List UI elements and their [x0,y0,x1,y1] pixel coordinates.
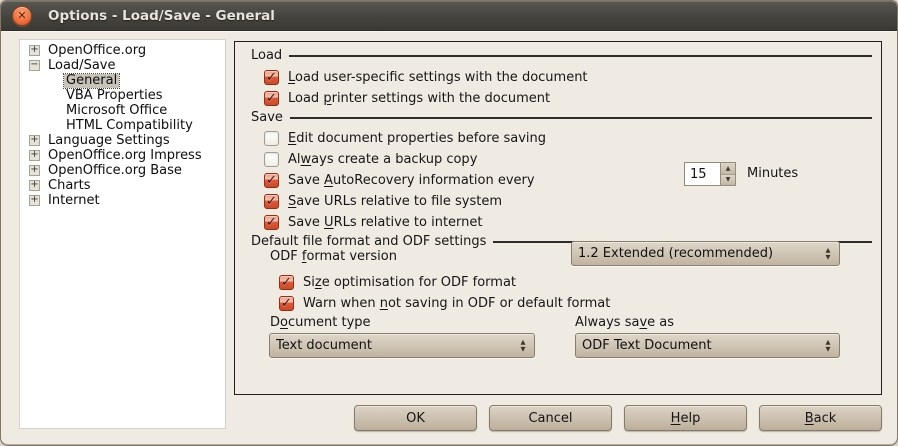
collapse-icon[interactable]: − [29,60,40,71]
group-title-odf-settings: Default file format and ODF settings [251,234,486,249]
label-edit-document-properties[interactable]: Edit document properties before saving [288,131,546,146]
options-dialog: ✕ Options - Load/Save - General + OpenOf… [0,0,898,446]
expand-icon[interactable]: + [29,45,40,56]
group-load: Load [251,46,872,64]
label-size-optimisation[interactable]: Size optimisation for ODF format [303,275,516,290]
window-title: Options - Load/Save - General [48,8,275,24]
sidebar-item-language-settings[interactable]: + Language Settings [20,133,225,148]
help-button[interactable]: Help [624,405,747,431]
checkbox-autorecovery[interactable] [264,173,279,188]
sidebar-item-html-compatibility[interactable]: HTML Compatibility [20,118,225,133]
sidebar-item-microsoft-office[interactable]: Microsoft Office [20,103,225,118]
sidebar-item-label[interactable]: HTML Compatibility [64,119,195,133]
sidebar-item-general[interactable]: General [20,73,225,88]
expand-icon[interactable]: + [29,180,40,191]
dropdown-arrows-icon: ▲▼ [817,247,839,260]
sidebar-item-label[interactable]: Language Settings [46,134,172,148]
ok-button[interactable]: OK [354,405,477,431]
separator-line [290,117,872,119]
document-type-value: Text document [270,338,512,353]
label-minutes: Minutes [747,166,798,181]
odf-format-version-dropdown[interactable]: 1.2 Extended (recommended) ▲▼ [571,241,840,266]
options-category-tree: + OpenOffice.org − Load/Save General VBA… [19,39,226,429]
group-save: Save [251,108,872,126]
dialog-button-row: OK Cancel Help Back [354,405,882,431]
label-warn-not-odf[interactable]: Warn when not saving in ODF or default f… [303,296,610,311]
spin-down-icon[interactable]: ▼ [721,175,735,186]
sidebar-item-openoffice[interactable]: + OpenOffice.org [20,43,225,58]
close-button[interactable]: ✕ [12,6,32,26]
label-backup-copy[interactable]: Always create a backup copy [288,152,477,167]
autorecovery-minutes-spinner: ▲ ▼ [684,162,736,186]
sidebar-item-label[interactable]: VBA Properties [64,89,165,103]
always-save-as-dropdown[interactable]: ODF Text Document ▲▼ [575,333,840,358]
sidebar-item-base[interactable]: + OpenOffice.org Base [20,163,225,178]
expand-icon[interactable]: + [29,195,40,206]
separator-line [289,55,872,57]
spin-buttons: ▲ ▼ [721,162,736,186]
settings-panel: Load Load user-specific settings with th… [234,41,882,395]
sidebar-item-label[interactable]: Microsoft Office [64,104,169,118]
label-urls-file-system[interactable]: Save URLs relative to file system [288,194,502,209]
expand-icon[interactable]: + [29,150,40,161]
spin-up-icon[interactable]: ▲ [721,163,735,175]
checkbox-load-printer-settings[interactable] [264,91,279,106]
sidebar-item-label[interactable]: General [64,74,119,88]
sidebar-item-label[interactable]: OpenOffice.org Base [46,164,184,178]
sidebar-item-label[interactable]: Charts [46,179,93,193]
group-title-load: Load [251,48,282,63]
label-load-user-settings[interactable]: Load user-specific settings with the doc… [288,70,588,85]
label-autorecovery[interactable]: Save AutoRecovery information every [288,173,535,188]
close-icon: ✕ [17,10,26,21]
label-load-printer-settings[interactable]: Load printer settings with the document [288,91,550,106]
checkbox-size-optimisation[interactable] [279,275,294,290]
sidebar-item-charts[interactable]: + Charts [20,178,225,193]
sidebar-item-impress[interactable]: + OpenOffice.org Impress [20,148,225,163]
checkbox-urls-file-system[interactable] [264,194,279,209]
checkbox-load-user-settings[interactable] [264,70,279,85]
sidebar-item-label[interactable]: Internet [46,194,102,208]
sidebar-item-loadsave[interactable]: − Load/Save [20,58,225,73]
document-type-dropdown[interactable]: Text document ▲▼ [269,333,535,358]
sidebar-item-vba-properties[interactable]: VBA Properties [20,88,225,103]
sidebar-item-internet[interactable]: + Internet [20,193,225,208]
odf-format-version-value: 1.2 Extended (recommended) [572,246,817,261]
back-button[interactable]: Back [759,405,882,431]
checkbox-edit-document-properties[interactable] [264,131,279,146]
label-odf-format-version: ODF format version [270,249,397,264]
label-urls-internet[interactable]: Save URLs relative to internet [288,215,483,230]
group-title-save: Save [251,110,283,125]
label-always-save-as: Always save as [575,315,674,330]
expand-icon[interactable]: + [29,135,40,146]
dropdown-arrows-icon: ▲▼ [512,339,534,352]
sidebar-item-label[interactable]: OpenOffice.org [46,44,148,58]
autorecovery-minutes-input[interactable] [684,162,721,186]
cancel-button[interactable]: Cancel [489,405,612,431]
checkbox-urls-internet[interactable] [264,215,279,230]
sidebar-item-label[interactable]: Load/Save [46,59,117,73]
checkbox-warn-not-odf[interactable] [279,296,294,311]
label-document-type: Document type [270,315,371,330]
sidebar-item-label[interactable]: OpenOffice.org Impress [46,149,204,163]
dropdown-arrows-icon: ▲▼ [817,339,839,352]
titlebar: ✕ Options - Load/Save - General [1,1,897,31]
expand-icon[interactable]: + [29,165,40,176]
checkbox-backup-copy[interactable] [264,152,279,167]
always-save-as-value: ODF Text Document [576,338,817,353]
